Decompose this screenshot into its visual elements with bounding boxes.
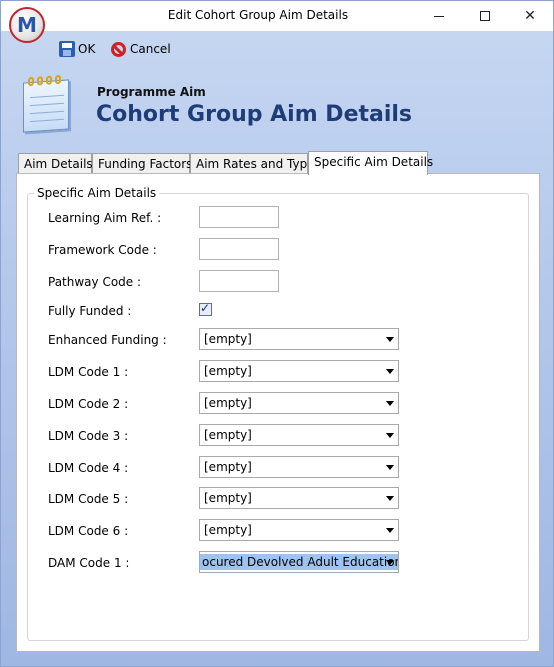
chevron-down-icon [386, 337, 394, 342]
ldm-code-3-value: [empty] [204, 428, 252, 442]
ldm-code-4-select[interactable]: [empty] [199, 456, 399, 478]
toolbar: OK Cancel [1, 31, 553, 65]
chevron-down-icon [386, 433, 394, 438]
ldm-code-2-select[interactable]: [empty] [199, 392, 399, 414]
ldm-code-1-value: [empty] [204, 364, 252, 378]
pathway-code-label: Pathway Code : [48, 275, 142, 289]
dialog-window: Edit Cohort Group Aim Details ✕ M OK Can… [0, 0, 554, 667]
enhanced-funding-value: [empty] [204, 332, 252, 346]
close-icon: ✕ [524, 8, 536, 24]
ldm-code-6-value: [empty] [204, 523, 252, 537]
ldm-code-1-select[interactable]: [empty] [199, 360, 399, 382]
ldm-code-5-value: [empty] [204, 491, 252, 505]
tab-panel: Specific Aim Details Learning Aim Ref. :… [16, 173, 540, 652]
ldm-code-4-label: LDM Code 4 : [48, 461, 129, 475]
ldm-code-5-select[interactable]: [empty] [199, 487, 399, 509]
ldm-code-5-label: LDM Code 5 : [48, 492, 129, 506]
framework-code-label: Framework Code : [48, 243, 157, 257]
chevron-down-icon [386, 465, 394, 470]
minimize-icon [434, 15, 444, 17]
tab-aim-rates-and-type[interactable]: Aim Rates and Type [190, 153, 315, 174]
notepad-icon [21, 74, 77, 133]
app-logo-icon: M [9, 7, 45, 43]
learning-aim-ref-input[interactable] [199, 206, 279, 228]
ok-button[interactable]: OK [59, 40, 95, 58]
ldm-code-6-select[interactable]: [empty] [199, 519, 399, 541]
dam-code-1-select[interactable]: ocured Devolved Adult Education [199, 551, 399, 573]
group-title: Specific Aim Details [34, 186, 160, 200]
pathway-code-input[interactable] [199, 270, 279, 292]
enhanced-funding-label: Enhanced Funding : [48, 333, 167, 347]
ldm-code-4-value: [empty] [204, 460, 252, 474]
tab-specific-aim-details[interactable]: Specific Aim Details [308, 151, 433, 175]
ldm-code-3-label: LDM Code 3 : [48, 429, 129, 443]
cancel-button[interactable]: Cancel [111, 40, 171, 58]
chevron-down-icon [386, 496, 394, 501]
maximize-button[interactable] [462, 1, 508, 31]
ldm-code-2-label: LDM Code 2 : [48, 397, 129, 411]
page-title: Cohort Group Aim Details [96, 102, 413, 127]
chevron-down-icon [386, 369, 394, 374]
tab-funding-factors[interactable]: Funding Factors [92, 153, 192, 174]
chevron-down-icon [386, 560, 394, 565]
chevron-down-icon [386, 401, 394, 406]
ldm-code-1-label: LDM Code 1 : [48, 365, 129, 379]
framework-code-input[interactable] [199, 238, 279, 260]
enhanced-funding-select[interactable]: [empty] [199, 328, 399, 350]
dam-code-1-label: DAM Code 1 : [48, 556, 130, 570]
chevron-down-icon [386, 528, 394, 533]
specific-aim-details-group: Specific Aim Details Learning Aim Ref. :… [27, 186, 529, 641]
cancel-icon [111, 41, 126, 57]
ldm-code-2-value: [empty] [204, 396, 252, 410]
tab-aim-details[interactable]: Aim Details [18, 153, 93, 174]
fully-funded-label: Fully Funded : [48, 304, 132, 318]
learning-aim-ref-label: Learning Aim Ref. : [48, 211, 162, 225]
maximize-icon [480, 11, 490, 21]
ldm-code-6-label: LDM Code 6 : [48, 524, 129, 538]
save-icon [59, 41, 75, 57]
title-bar: Edit Cohort Group Aim Details ✕ [1, 1, 553, 31]
dam-code-1-value: ocured Devolved Adult Education [200, 554, 398, 570]
cancel-label: Cancel [130, 42, 171, 56]
ok-label: OK [78, 42, 96, 56]
minimize-button[interactable] [416, 1, 462, 31]
fully-funded-checkbox[interactable] [199, 301, 212, 316]
header-subtitle: Programme Aim [97, 85, 206, 99]
close-button[interactable]: ✕ [507, 1, 553, 31]
ldm-code-3-select[interactable]: [empty] [199, 424, 399, 446]
